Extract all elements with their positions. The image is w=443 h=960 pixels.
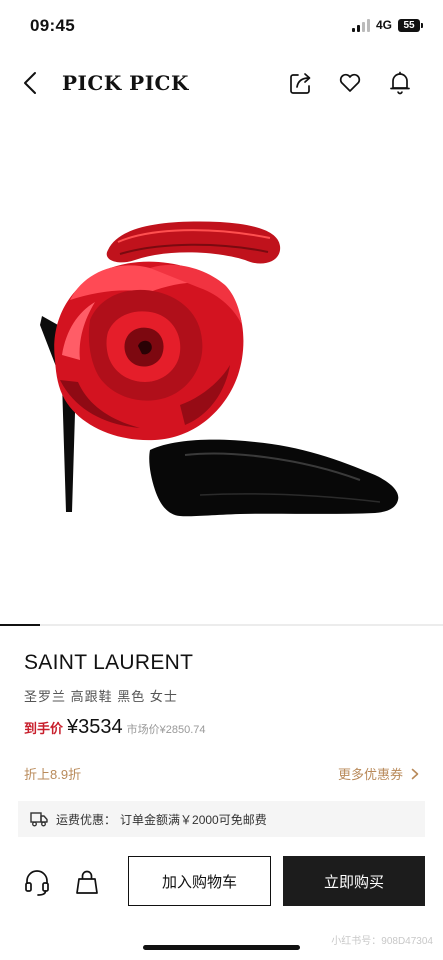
shipping-text: 订单金额满￥2000可免邮费 bbox=[120, 812, 267, 827]
bell-icon[interactable] bbox=[387, 70, 413, 96]
price-value: ¥3534 bbox=[67, 716, 123, 738]
market-price: 市场价¥2850.74 bbox=[126, 724, 206, 736]
shopping-bag-icon[interactable] bbox=[72, 867, 102, 897]
bottom-action-bar: 加入购物车 立即购买 bbox=[0, 853, 443, 911]
network-label: 4G bbox=[375, 18, 392, 32]
status-indicators: 4G 55 bbox=[351, 18, 423, 32]
shipping-banner: 运费优惠： 订单金额满￥2000可免邮费 bbox=[18, 801, 425, 837]
signal-icon bbox=[351, 18, 370, 32]
home-indicator[interactable] bbox=[143, 945, 300, 950]
product-image[interactable] bbox=[0, 120, 443, 620]
share-icon[interactable] bbox=[288, 70, 314, 96]
price-label: 到手价 bbox=[24, 721, 64, 736]
watermark: 小红书号：908D47304 bbox=[331, 936, 433, 947]
status-bar: 09:45 4G 55 bbox=[0, 0, 443, 52]
nav-bar: PICK PICK bbox=[0, 58, 443, 108]
add-to-cart-button[interactable]: 加入购物车 bbox=[128, 856, 271, 906]
status-time: 09:45 bbox=[30, 16, 75, 35]
shipping-label: 运费优惠： bbox=[56, 812, 117, 827]
price-row: 到手价 ¥3534 市场价¥2850.74 bbox=[24, 716, 206, 739]
more-coupons-link[interactable]: 更多优惠券 bbox=[338, 764, 419, 783]
buy-now-button[interactable]: 立即购买 bbox=[283, 856, 425, 906]
chevron-right-icon bbox=[411, 768, 419, 779]
headset-icon[interactable] bbox=[22, 867, 52, 897]
image-indicator-track bbox=[0, 624, 443, 626]
heart-icon[interactable] bbox=[337, 70, 363, 96]
delivery-truck-icon bbox=[30, 812, 48, 827]
promo-row: 折上8.9折 更多优惠券 bbox=[24, 764, 419, 782]
product-name: 圣罗兰 高跟鞋 黑色 女士 bbox=[24, 689, 178, 704]
image-indicator bbox=[0, 624, 40, 626]
back-icon[interactable] bbox=[18, 70, 44, 96]
battery-level: 55 bbox=[398, 18, 420, 32]
brand-name: SAINT LAURENT bbox=[24, 651, 194, 674]
app-title: PICK PICK bbox=[62, 71, 189, 95]
battery-icon: 55 bbox=[398, 18, 423, 32]
discount-text: 折上8.9折 bbox=[24, 767, 82, 782]
more-coupons-label: 更多优惠券 bbox=[337, 767, 403, 782]
